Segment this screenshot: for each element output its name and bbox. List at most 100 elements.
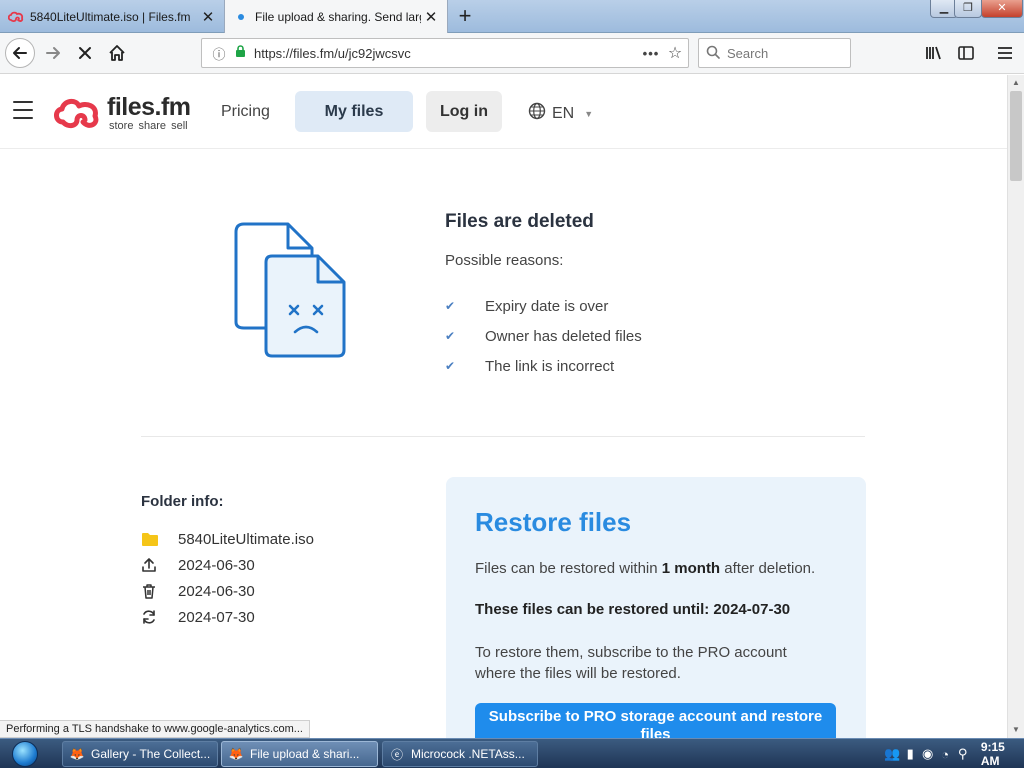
delete-date-row: 2024-06-30	[141, 578, 314, 604]
address-bar[interactable]: ⓘ https://files.fm/u/jc92jwcsvc ••• ☆	[201, 38, 689, 68]
scroll-thumb[interactable]	[1010, 91, 1022, 181]
folder-info-title: Folder info:	[141, 493, 224, 510]
site-header: files.fm store share sell Pricing My fil…	[0, 75, 1007, 149]
refresh-icon	[141, 609, 178, 625]
checkmark-icon: ✔	[445, 359, 456, 373]
internet-explorer-icon: ⓔ	[390, 747, 403, 762]
library-icon[interactable]	[919, 38, 949, 68]
search-input[interactable]: Search	[698, 38, 851, 68]
firefox-icon: 🦊	[228, 747, 244, 761]
checkmark-icon: ✔	[445, 299, 456, 313]
upload-icon	[141, 557, 178, 573]
restore-period-text: Files can be restored within 1 month aft…	[475, 560, 855, 577]
language-selector[interactable]: EN ▼	[528, 102, 593, 125]
menu-icon[interactable]	[990, 38, 1020, 68]
restore-period-pre: Files can be restored within	[475, 560, 662, 577]
folder-info-list: 5840LiteUltimate.iso 2024-06-30 2024-06-…	[141, 526, 314, 630]
possible-reasons-label: Possible reasons:	[445, 252, 564, 269]
search-tray-icon[interactable]: ⚲	[955, 746, 969, 762]
windows-logo-icon	[12, 741, 38, 767]
status-bar: Performing a TLS handshake to www.google…	[0, 720, 310, 738]
windows-taskbar: 🦊 Gallery - The Collect... 🦊 File upload…	[0, 738, 1024, 768]
scroll-down-icon[interactable]: ▼	[1008, 722, 1024, 738]
start-button[interactable]	[4, 740, 46, 768]
tab-title: File upload & sharing. Send large files	[255, 9, 421, 24]
site-info-icon[interactable]: ⓘ	[210, 44, 228, 63]
folder-icon	[141, 532, 178, 547]
search-placeholder: Search	[727, 45, 769, 61]
chevron-down-icon: ▼	[584, 108, 594, 119]
restore-period-post: after deletion.	[720, 560, 816, 577]
url-text[interactable]: https://files.fm/u/jc92jwcsvc	[254, 46, 640, 61]
users-icon[interactable]: 👥	[884, 746, 900, 762]
files-deleted-title: Files are deleted	[445, 211, 594, 232]
loading-dot-icon	[233, 9, 249, 25]
delete-date-value: 2024-06-30	[178, 582, 255, 600]
login-button[interactable]: Log in	[426, 91, 502, 132]
firefox-icon: 🦊	[69, 747, 85, 761]
search-icon	[699, 45, 727, 62]
tab-title: 5840LiteUltimate.iso | Files.fm	[30, 9, 191, 24]
reasons-list: ✔ Expiry date is over ✔ Owner has deleted …	[445, 291, 642, 381]
browser-nav-bar: ⓘ https://files.fm/u/jc92jwcsvc ••• ☆ Se…	[0, 33, 1024, 74]
restore-until-row: 2024-07-30	[141, 604, 314, 630]
restore-files-title: Restore files	[475, 507, 632, 537]
page-viewport: files.fm store share sell Pricing My fil…	[0, 75, 1007, 738]
security-icon[interactable]: ◉	[920, 746, 934, 762]
checkmark-icon: ✔	[445, 329, 456, 343]
tab-close-icon[interactable]: ✕	[421, 8, 441, 26]
clock[interactable]: 9:15 AM	[981, 740, 1022, 768]
upload-date-value: 2024-06-30	[178, 556, 255, 574]
sidebar-toggle-icon[interactable]	[951, 38, 981, 68]
upload-date-row: 2024-06-30	[141, 552, 314, 578]
scroll-up-icon[interactable]: ▲	[1008, 75, 1024, 91]
taskbar-item-microcock[interactable]: ⓔ Microcock .NETAss...	[382, 741, 538, 767]
files-fm-logo[interactable]: files.fm store share sell	[53, 93, 191, 132]
folder-name-value: 5840LiteUltimate.iso	[178, 530, 314, 548]
restore-files-card: Restore files Files can be restored with…	[446, 477, 866, 738]
list-item: ✔ Owner has deleted files	[445, 321, 642, 351]
back-button[interactable]	[5, 38, 35, 68]
files-fm-favicon-icon	[8, 9, 24, 25]
logo-tagline: store share sell	[109, 120, 188, 132]
restore-until-value: 2024-07-30	[178, 608, 255, 626]
hamburger-menu-icon[interactable]	[13, 101, 33, 119]
task-label: File upload & shari...	[250, 747, 360, 761]
folder-name-row: 5840LiteUltimate.iso	[141, 526, 314, 552]
logo-name: files.fm	[107, 93, 191, 121]
restore-instructions-text: To restore them, subscribe to the PRO ac…	[475, 644, 787, 682]
taskbar-item-gallery[interactable]: 🦊 Gallery - The Collect...	[62, 741, 218, 767]
deleted-files-illustration	[232, 222, 356, 367]
browser-tab-strip: 5840LiteUltimate.iso | Files.fm ✕ File u…	[0, 0, 1024, 33]
tab-close-icon[interactable]: ✕	[198, 8, 218, 26]
forward-button[interactable]	[38, 38, 68, 68]
globe-icon	[528, 102, 546, 125]
page-actions-icon[interactable]: •••	[640, 46, 662, 61]
system-tray: 👥 ▮ ◉ ◔ ⚲ 9:15 AM	[884, 740, 1022, 768]
reason-text: Expiry date is over	[485, 297, 609, 315]
lock-icon[interactable]	[232, 45, 248, 61]
files-fm-cloud-icon	[54, 99, 99, 129]
page-scrollbar[interactable]: ▲ ▼	[1007, 75, 1024, 738]
maximize-window-button[interactable]: ❐	[954, 0, 982, 18]
volume-icon[interactable]: ◔	[938, 747, 952, 762]
home-button[interactable]	[102, 38, 132, 68]
section-divider	[141, 436, 865, 437]
list-item: ✔ The link is incorrect	[445, 351, 642, 381]
nav-pricing-link[interactable]: Pricing	[221, 103, 270, 121]
tab-files-fm-iso[interactable]: 5840LiteUltimate.iso | Files.fm ✕	[0, 0, 224, 33]
tab-file-upload[interactable]: File upload & sharing. Send large files …	[224, 0, 448, 33]
task-label: Gallery - The Collect...	[91, 747, 211, 761]
reason-text: Owner has deleted files	[485, 327, 642, 345]
close-window-button[interactable]: ✕	[981, 0, 1023, 18]
new-tab-button[interactable]: +	[452, 4, 478, 30]
restore-until-text: These files can be restored until: 2024-…	[475, 601, 791, 618]
my-files-button[interactable]: My files	[295, 91, 413, 132]
task-label: Microcock .NETAss...	[411, 747, 525, 761]
taskbar-item-file-upload[interactable]: 🦊 File upload & shari...	[221, 741, 378, 767]
network-icon[interactable]: ▮	[903, 746, 917, 762]
subscribe-pro-button[interactable]: Subscribe to PRO storage account and res…	[475, 703, 836, 738]
stop-loading-button[interactable]	[70, 38, 100, 68]
restore-period-duration: 1 month	[661, 560, 721, 577]
bookmark-star-icon[interactable]: ☆	[662, 43, 688, 63]
